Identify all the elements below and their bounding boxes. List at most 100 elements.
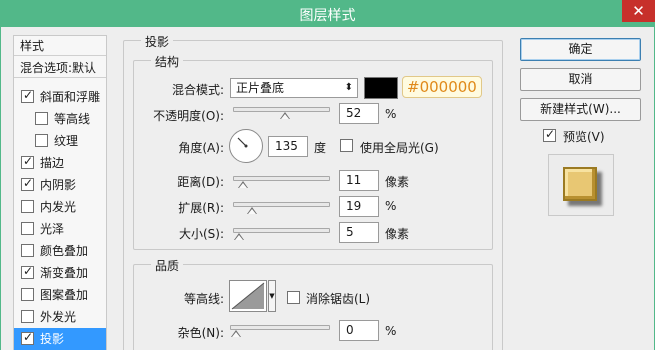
style-item-inner-shadow[interactable]: ✓ 内阴影 xyxy=(14,174,106,196)
spread-label: 扩展(R): xyxy=(178,201,224,215)
preview-checkbox[interactable]: ✓ xyxy=(543,127,556,142)
style-checkbox[interactable] xyxy=(35,112,48,125)
structure-title: 结构 xyxy=(151,53,184,70)
spread-input[interactable]: 19 xyxy=(339,196,379,217)
style-checkbox[interactable] xyxy=(21,288,34,301)
style-checkbox[interactable]: ✓ xyxy=(21,330,34,345)
style-item-label: 光泽 xyxy=(40,222,65,236)
style-item-inner-glow[interactable]: 内发光 xyxy=(14,196,106,218)
angle-input[interactable]: 135 xyxy=(268,136,308,157)
style-item-label: 外发光 xyxy=(40,310,77,324)
style-item-color-overlay[interactable]: 颜色叠加 xyxy=(14,240,106,262)
contour-label: 等高线: xyxy=(183,292,224,306)
title-bar: 图层样式 ✕ xyxy=(0,0,655,27)
style-list: 样式 混合选项:默认 ✓ 斜面和浮雕 等高线 纹理 ✓ 描边 ✓ 内阴影 内发光… xyxy=(13,35,107,350)
blend-mode-select[interactable]: 正片叠底 ⬍ xyxy=(230,78,358,98)
preview-label: 预览(V) xyxy=(563,130,605,144)
blend-mode-label: 混合模式: xyxy=(171,83,224,97)
style-item-label: 图案叠加 xyxy=(40,288,89,302)
style-item-label: 描边 xyxy=(40,156,65,170)
style-checkbox[interactable] xyxy=(21,310,34,323)
check-icon: ✓ xyxy=(22,88,34,102)
check-icon: ✓ xyxy=(22,154,34,168)
check-icon: ✓ xyxy=(22,330,34,344)
style-checkbox[interactable] xyxy=(21,222,34,235)
preview-swatch xyxy=(563,167,597,201)
style-item-gradient-overlay[interactable]: ✓ 渐变叠加 xyxy=(14,262,106,284)
style-checkbox[interactable]: ✓ xyxy=(21,88,34,103)
slider-thumb[interactable] xyxy=(247,207,257,215)
style-checkbox[interactable] xyxy=(35,134,48,147)
anti-alias-label: 消除锯齿(L) xyxy=(306,292,371,306)
style-item-label: 渐变叠加 xyxy=(40,266,89,280)
opacity-label: 不透明度(O): xyxy=(153,109,224,123)
style-checkbox[interactable]: ✓ xyxy=(21,264,34,279)
contour-picker[interactable] xyxy=(229,280,267,312)
styles-header[interactable]: 样式 xyxy=(14,36,106,56)
ok-button[interactable]: 确定 xyxy=(520,38,641,61)
distance-input[interactable]: 11 xyxy=(339,170,379,191)
section-title: 投影 xyxy=(141,33,174,50)
style-item-label: 颜色叠加 xyxy=(40,244,89,258)
blend-options-item[interactable]: 混合选项:默认 xyxy=(14,58,106,78)
style-item-satin[interactable]: 光泽 xyxy=(14,218,106,240)
size-label: 大小(S): xyxy=(178,227,224,241)
style-item-texture[interactable]: 纹理 xyxy=(14,130,106,152)
style-checkbox[interactable]: ✓ xyxy=(21,154,34,169)
size-unit: 像素 xyxy=(385,227,410,241)
style-item-outer-glow[interactable]: 外发光 xyxy=(14,306,106,328)
window-title: 图层样式 xyxy=(299,8,356,24)
opacity-unit: % xyxy=(385,107,397,121)
global-light-label: 使用全局光(G) xyxy=(360,141,439,155)
noise-label: 杂色(N): xyxy=(177,326,224,340)
style-item-label: 内阴影 xyxy=(40,178,77,192)
style-item-pattern-overlay[interactable]: 图案叠加 xyxy=(14,284,106,306)
angle-dial[interactable] xyxy=(229,129,263,163)
close-icon: ✕ xyxy=(632,2,645,20)
quality-title: 品质 xyxy=(151,257,184,274)
style-item-stroke[interactable]: ✓ 描边 xyxy=(14,152,106,174)
anti-alias-checkbox[interactable] xyxy=(287,291,300,304)
cancel-button[interactable]: 取消 xyxy=(520,68,641,91)
style-checkbox[interactable] xyxy=(21,244,34,257)
global-light-checkbox[interactable] xyxy=(340,139,353,152)
style-checkbox[interactable] xyxy=(21,200,34,213)
slider-thumb[interactable] xyxy=(280,112,290,120)
slider-thumb[interactable] xyxy=(238,181,248,189)
color-hex-annotation: #000000 xyxy=(402,76,482,98)
shadow-color-swatch[interactable] xyxy=(364,77,398,99)
select-arrow-icon: ⬍ xyxy=(344,82,353,93)
slider-thumb[interactable] xyxy=(234,233,244,241)
noise-unit: % xyxy=(385,324,397,338)
style-preview xyxy=(548,154,614,216)
blend-mode-value: 正片叠底 xyxy=(236,81,285,95)
slider-thumb[interactable] xyxy=(231,330,241,338)
style-checkbox[interactable]: ✓ xyxy=(21,176,34,191)
distance-label: 距离(D): xyxy=(177,175,224,189)
noise-input[interactable]: 0 xyxy=(339,320,379,341)
style-item-label: 等高线 xyxy=(54,112,91,126)
distance-slider[interactable] xyxy=(233,176,330,188)
spread-slider[interactable] xyxy=(233,202,330,214)
style-item-label: 纹理 xyxy=(54,134,79,148)
style-item-label: 投影 xyxy=(40,332,65,346)
angle-unit: 度 xyxy=(314,141,327,155)
new-style-button[interactable]: 新建样式(W)... xyxy=(520,98,641,121)
style-item-contour[interactable]: 等高线 xyxy=(14,108,106,130)
size-input[interactable]: 5 xyxy=(339,222,379,243)
opacity-input[interactable]: 52 xyxy=(339,103,379,124)
check-icon: ✓ xyxy=(22,176,34,190)
noise-slider[interactable] xyxy=(230,325,330,337)
distance-unit: 像素 xyxy=(385,175,410,189)
style-item-label: 内发光 xyxy=(40,200,77,214)
opacity-slider[interactable] xyxy=(233,107,330,119)
style-item-drop-shadow[interactable]: ✓ 投影 xyxy=(14,328,106,350)
style-item-label: 斜面和浮雕 xyxy=(40,90,101,104)
size-slider[interactable] xyxy=(233,228,330,240)
check-icon: ✓ xyxy=(22,264,34,278)
contour-dropdown-arrow-icon[interactable]: ▼ xyxy=(268,280,276,312)
angle-label: 角度(A): xyxy=(178,141,224,155)
style-item-bevel-emboss[interactable]: ✓ 斜面和浮雕 xyxy=(14,86,106,108)
close-button[interactable]: ✕ xyxy=(622,0,655,22)
contour-curve-icon xyxy=(231,282,265,310)
